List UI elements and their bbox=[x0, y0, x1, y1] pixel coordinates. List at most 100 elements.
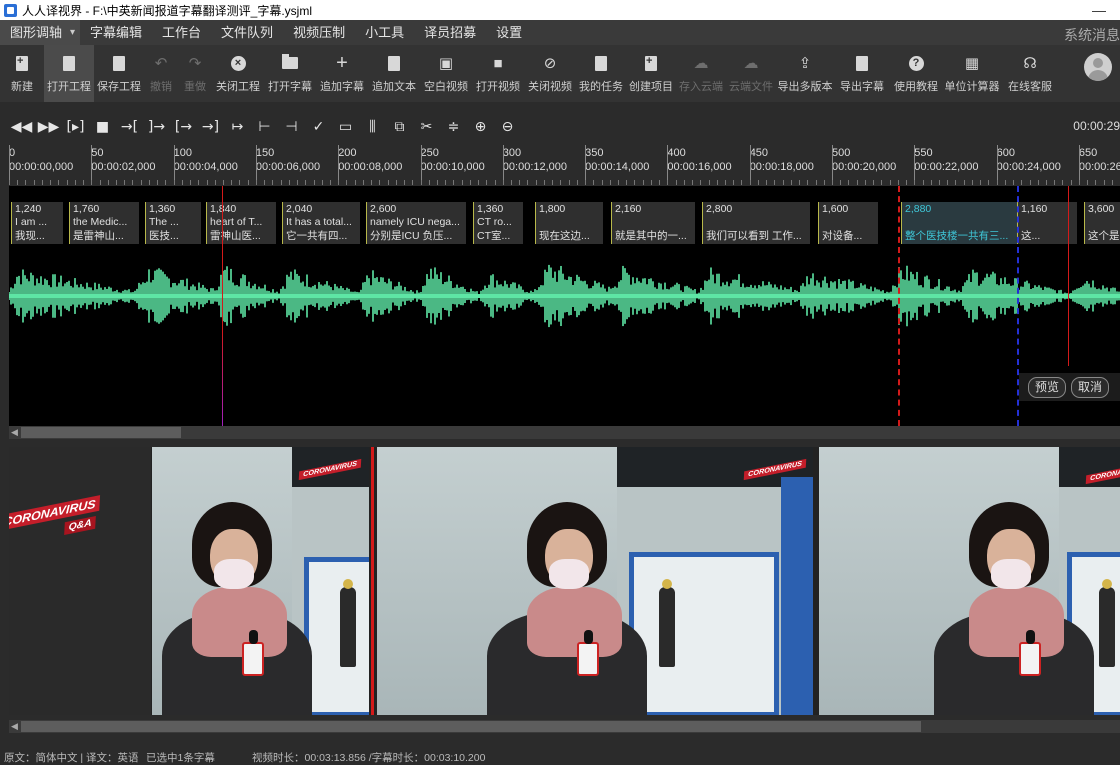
subtitle-block[interactable]: 1,600 对设备... bbox=[818, 202, 878, 244]
new-file-icon bbox=[12, 53, 32, 73]
calculator-button[interactable]: ▦ 单位计算器 bbox=[942, 45, 1002, 102]
subtitle-block[interactable]: 2,160 就是其中的一... bbox=[611, 202, 695, 244]
ruler-minor-tick bbox=[774, 180, 776, 185]
bracket-open-icon[interactable]: ⊢ bbox=[251, 116, 278, 138]
jump-icon[interactable]: ↦ bbox=[224, 116, 251, 138]
append-text-button[interactable]: 追加文本 bbox=[368, 45, 420, 102]
subtitle-block[interactable]: 3,600 这个是 bbox=[1084, 202, 1120, 244]
set-start-icon[interactable]: →[ bbox=[116, 116, 143, 138]
my-tasks-label: 我的任务 bbox=[579, 81, 623, 93]
ruler-minor-tick bbox=[823, 180, 825, 185]
save-project-button[interactable]: 保存工程 bbox=[94, 45, 144, 102]
video-scrollbar[interactable]: ◀ bbox=[9, 720, 1120, 733]
ruler-minor-tick bbox=[1054, 180, 1056, 185]
menu-video-encode[interactable]: 视频压制 bbox=[283, 20, 355, 45]
check-icon[interactable]: ✓ bbox=[305, 116, 332, 138]
selection-start-marker[interactable] bbox=[898, 186, 900, 426]
set-end-icon[interactable]: ]→ bbox=[143, 116, 170, 138]
subtitle-block[interactable]: 1,360 CT ro... CT室... bbox=[473, 202, 523, 244]
ruler-minor-tick bbox=[206, 180, 208, 185]
microphone-icon bbox=[577, 630, 599, 676]
subtitle-target-text: 雷神山医... bbox=[210, 230, 261, 242]
cut-icon[interactable]: ✂ bbox=[413, 116, 440, 138]
ruler-minor-tick bbox=[725, 180, 726, 185]
append-subtitle-button[interactable]: + 追加字幕 bbox=[316, 45, 368, 102]
playhead-marker[interactable] bbox=[222, 186, 223, 426]
scroll-left-icon[interactable]: ◀ bbox=[11, 426, 18, 439]
minimize-icon[interactable]: — bbox=[1092, 2, 1106, 18]
menu-tools[interactable]: 小工具 bbox=[355, 20, 414, 45]
ruler-minor-tick bbox=[815, 180, 817, 185]
audio-wave-icon[interactable]: ⫼ bbox=[359, 116, 386, 138]
menu-waveform-timing[interactable]: 图形调轴 bbox=[0, 20, 81, 45]
ruler-minor-tick bbox=[560, 180, 562, 185]
redo-button[interactable]: ↷ 重做 bbox=[178, 45, 212, 102]
video-thumbnail-strip[interactable]: CORONAVIRUS Q&A CORONAVIRUS CORONAVIRUS bbox=[9, 447, 1120, 715]
waveform-timeline[interactable]: 1,240 I am ... 我现... 1,760 the Medic... 是雷神山.… bbox=[9, 186, 1120, 426]
system-message-link[interactable]: 系统消息 bbox=[1064, 20, 1120, 45]
fast-forward-icon[interactable]: ▶▶ bbox=[35, 116, 62, 138]
align-icon[interactable]: ≑ bbox=[440, 116, 467, 138]
export-versions-button[interactable]: ⇪ 导出多版本 bbox=[776, 45, 834, 102]
play-segment-icon[interactable]: [▸] bbox=[62, 116, 89, 138]
subtitle-duration: 1,240 bbox=[15, 203, 42, 215]
subtitle-source-text: It has a total... bbox=[286, 216, 352, 228]
subtitle-block[interactable]: 2,800 我们可以看到 工作... bbox=[702, 202, 810, 244]
zoom-in-icon[interactable]: ⊕ bbox=[467, 116, 494, 138]
merge-icon[interactable]: ⧉ bbox=[386, 116, 413, 138]
new-button[interactable]: 新建 bbox=[0, 45, 44, 102]
subtitle-block[interactable]: 1,360 The ... 医技... bbox=[145, 202, 201, 244]
undo-button[interactable]: ↶ 撤销 bbox=[144, 45, 178, 102]
export-subtitle-button[interactable]: 导出字幕 bbox=[834, 45, 890, 102]
timeline-scroll-thumb[interactable] bbox=[21, 427, 181, 438]
subtitle-block[interactable]: 1,840 heart of T... 雷神山医... bbox=[206, 202, 276, 244]
cloud-file-button[interactable]: ☁ 云端文件 bbox=[726, 45, 776, 102]
help-button[interactable]: ? 使用教程 bbox=[890, 45, 942, 102]
avatar[interactable] bbox=[1084, 53, 1112, 81]
zoom-out-icon[interactable]: ⊖ bbox=[494, 116, 521, 138]
menu-settings[interactable]: 设置 bbox=[486, 20, 532, 45]
ruler-minor-tick bbox=[807, 180, 809, 185]
status-bar: 原文：简体中文 | 译文：英语 已选中1条字幕 视频时长：00:03:13.85… bbox=[0, 748, 1120, 764]
ruler-minor-tick bbox=[757, 180, 759, 185]
ruler-minor-tick bbox=[848, 180, 850, 185]
ruler-minor-tick bbox=[9, 180, 10, 185]
open-project-button[interactable]: 打开工程 bbox=[44, 45, 94, 102]
subtitle-block[interactable]: 1,240 I am ... 我现... bbox=[11, 202, 63, 244]
menu-file-queue[interactable]: 文件队列 bbox=[211, 20, 283, 45]
subtitle-block[interactable]: 2,880 整个医技楼一共有三... bbox=[901, 202, 1019, 244]
close-project-button[interactable]: × 关闭工程 bbox=[212, 45, 264, 102]
video-scroll-thumb[interactable] bbox=[21, 721, 921, 732]
subtitle-target-text: 分别是ICU 负压... bbox=[370, 230, 453, 242]
subtitle-block[interactable]: 1,800 现在这边... bbox=[535, 202, 603, 244]
cancel-button[interactable]: 取消 bbox=[1071, 377, 1109, 398]
rewind-icon[interactable]: ◀◀ bbox=[8, 116, 35, 138]
create-project-button[interactable]: 创建项目 bbox=[626, 45, 676, 102]
subtitle-block[interactable]: 1,760 the Medic... 是雷神山... bbox=[69, 202, 139, 244]
timeline-scrollbar[interactable]: ◀ bbox=[9, 426, 1120, 439]
subtitle-duration: 1,160 bbox=[1021, 203, 1048, 215]
ruler-minor-tick bbox=[1087, 180, 1089, 185]
open-subtitle-button[interactable]: 打开字幕 bbox=[264, 45, 316, 102]
subtitle-block[interactable]: 2,600 namely ICU nega... 分别是ICU 负压... bbox=[366, 202, 466, 244]
blank-video-button[interactable]: ▣ 空白视频 bbox=[420, 45, 472, 102]
open-video-button[interactable]: ■ 打开视频 bbox=[472, 45, 524, 102]
open-subtitle-label: 打开字幕 bbox=[268, 81, 312, 93]
subtitle-block[interactable]: 2,040 It has a total... 它一共有四... bbox=[282, 202, 360, 244]
menu-subtitle-edit[interactable]: 字幕编辑 bbox=[80, 20, 152, 45]
comment-icon[interactable]: ▭ bbox=[332, 116, 359, 138]
cloud-upload-button[interactable]: ☁ 存入云端 bbox=[676, 45, 726, 102]
stop-icon[interactable]: ■ bbox=[89, 116, 116, 138]
extend-end-icon[interactable]: →] bbox=[197, 116, 224, 138]
subtitle-duration: 1,600 bbox=[822, 203, 849, 215]
video-playhead[interactable] bbox=[371, 447, 374, 715]
menu-workbench[interactable]: 工作台 bbox=[152, 20, 211, 45]
close-video-button[interactable]: ⊘ 关闭视频 bbox=[524, 45, 576, 102]
preview-button[interactable]: 预览 bbox=[1028, 377, 1066, 398]
my-tasks-button[interactable]: 我的任务 bbox=[576, 45, 626, 102]
extend-start-icon[interactable]: [→ bbox=[170, 116, 197, 138]
menu-recruit[interactable]: 译员招募 bbox=[414, 20, 486, 45]
video-scroll-left-icon[interactable]: ◀ bbox=[11, 720, 18, 733]
online-service-button[interactable]: ☊ 在线客服 bbox=[1002, 45, 1058, 102]
bracket-close-icon[interactable]: ⊣ bbox=[278, 116, 305, 138]
